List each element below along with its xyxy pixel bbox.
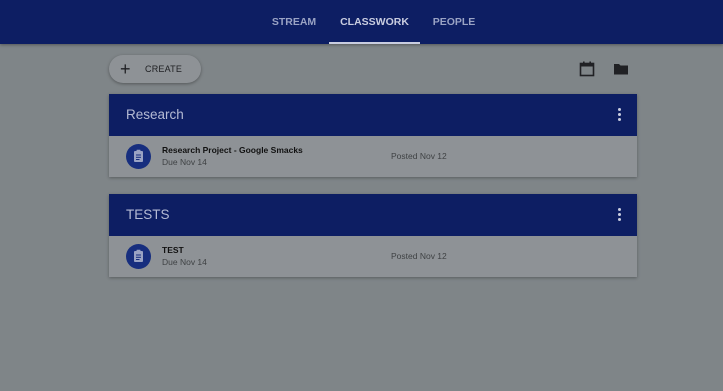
create-button[interactable]: + CREATE [109,55,201,83]
item-title: Research Project - Google Smacks [162,145,303,155]
plus-icon: + [120,59,131,79]
top-nav-bar: STREAM CLASSWORK PEOPLE [0,0,723,44]
item-posted-date: Posted Nov 12 [391,151,447,161]
tab-people[interactable]: PEOPLE [428,0,480,44]
more-options-icon[interactable] [613,107,625,123]
more-options-icon[interactable] [613,207,625,223]
assignment-icon [126,244,151,269]
topic-header: TESTS [109,194,637,236]
create-label: CREATE [145,64,183,74]
topic-title: TESTS [126,207,170,222]
topic-card-research: Research Research Project - Google Smack… [109,94,637,177]
calendar-icon[interactable] [578,60,596,78]
item-title: TEST [162,245,184,255]
tab-classwork[interactable]: CLASSWORK [329,0,420,44]
folder-icon[interactable] [612,60,630,78]
tab-stream[interactable]: STREAM [266,0,322,44]
item-due-date: Due Nov 14 [162,157,207,167]
assignment-icon [126,144,151,169]
topic-card-tests: TESTS TEST Due Nov 14 Posted Nov 12 [109,194,637,277]
item-posted-date: Posted Nov 12 [391,251,447,261]
topic-title: Research [126,107,184,122]
classwork-item[interactable]: TEST Due Nov 14 Posted Nov 12 [109,236,637,277]
topic-header: Research [109,94,637,136]
item-due-date: Due Nov 14 [162,257,207,267]
classwork-item[interactable]: Research Project - Google Smacks Due Nov… [109,136,637,177]
